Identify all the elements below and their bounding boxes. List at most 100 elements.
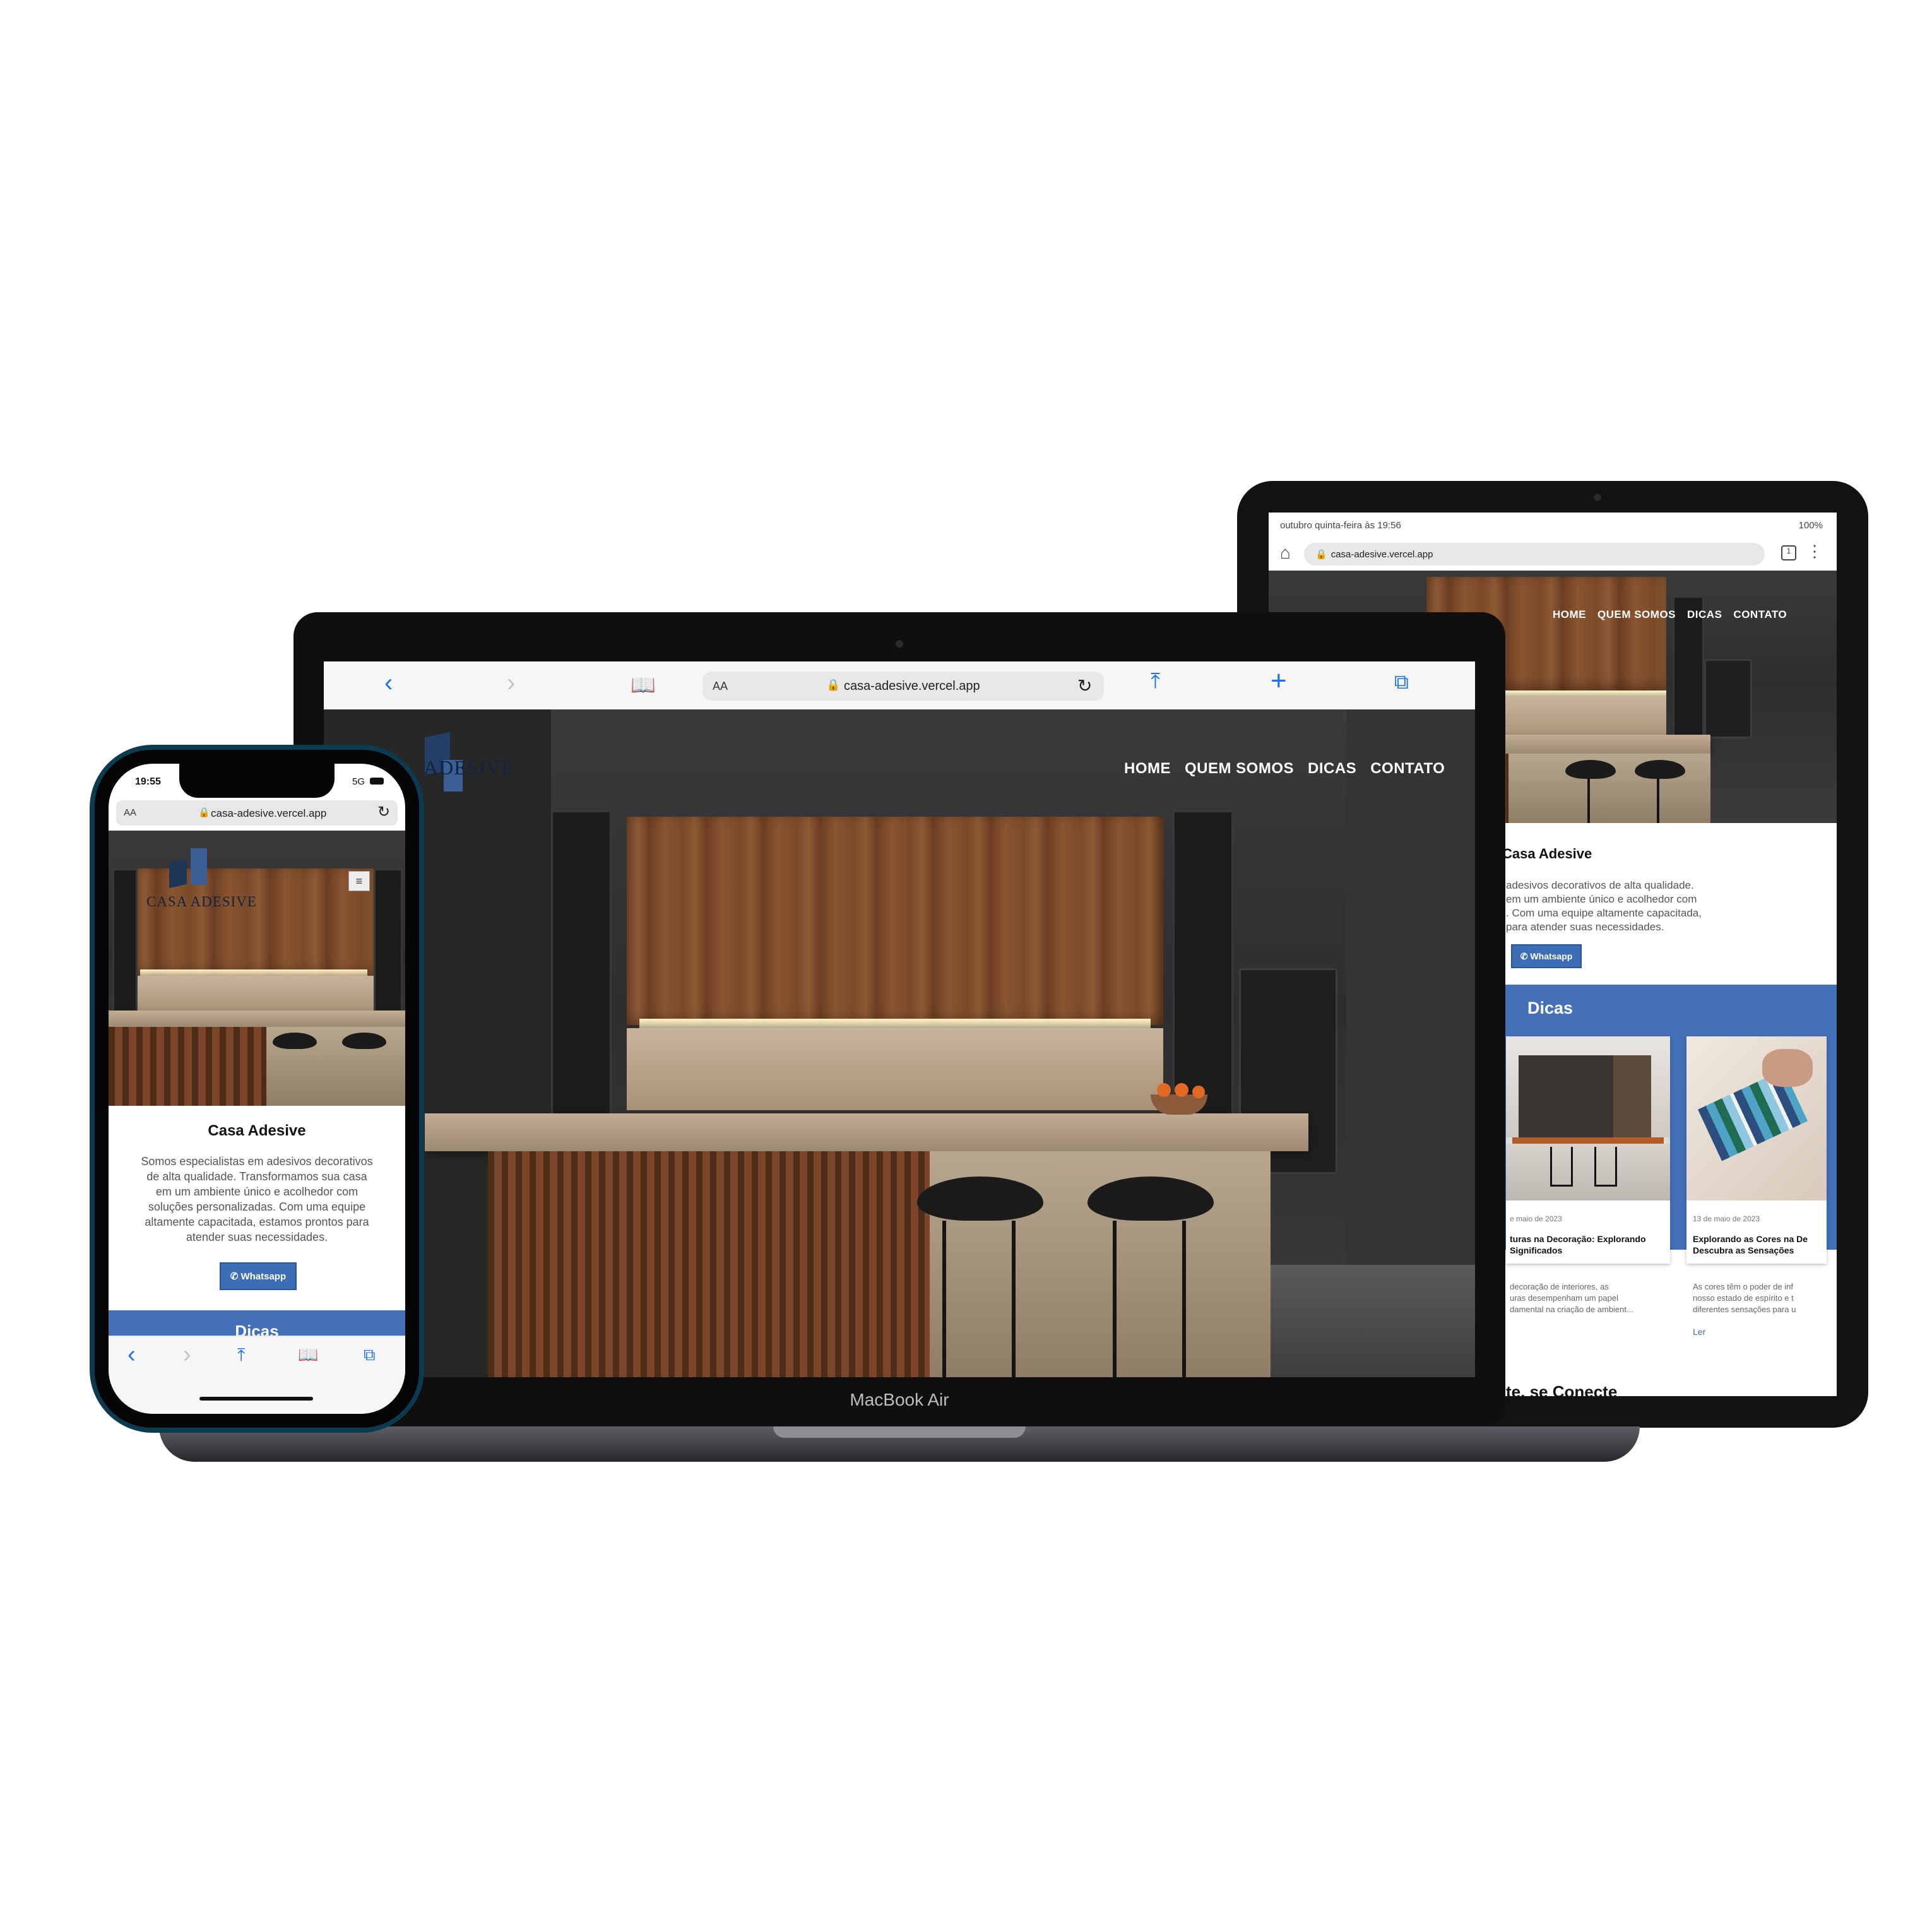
tablet-nav-dicas[interactable]: DICAS [1687, 608, 1722, 627]
tablet-tip-card-2[interactable]: 13 de maio de 2023 Explorando as Cores n… [1686, 1036, 1827, 1264]
tablet-about-line: para atender suas necessidades. [1506, 921, 1664, 933]
new-tab-icon[interactable]: + [1271, 665, 1287, 697]
tablet-card-1-body-line: decoração de interiores, as [1510, 1282, 1609, 1291]
nav-quem-somos[interactable]: QUEM SOMOS [1185, 760, 1294, 778]
reload-icon[interactable]: ↻ [377, 803, 390, 821]
tablet-nav: HOME QUEM SOMOS DICAS CONTATO [1553, 608, 1830, 627]
tablet-status-bar: outubro quinta-feira às 19:56 100% [1269, 513, 1837, 538]
phone-about-line: Somos especialistas em adesivos decorati… [141, 1155, 373, 1168]
tablet-about-line: . Com uma equipe altamente capacitada, [1506, 907, 1702, 919]
tablet-card-1-image [1506, 1036, 1670, 1200]
whatsapp-icon: ✆ [230, 1271, 239, 1282]
back-icon[interactable]: ‹ [384, 669, 393, 697]
phone-url-text: casa-adesive.vercel.app [211, 807, 327, 819]
tablet-card-2-body-line: nosso estado de espírito e t [1693, 1293, 1794, 1303]
reload-icon[interactable]: ↻ [1077, 675, 1092, 696]
tablet-card-1-title: turas na Decoração: Explorando Significa… [1510, 1233, 1646, 1256]
lock-icon: 🔒 [1315, 549, 1327, 560]
tablet-card-1-title-line: turas na Decoração: Explorando [1510, 1234, 1646, 1244]
tabs-icon[interactable]: 1 [1781, 545, 1796, 560]
home-icon[interactable]: ⌂ [1280, 543, 1291, 563]
tablet-card-2-read-link[interactable]: Ler [1693, 1327, 1705, 1337]
laptop-url-field[interactable]: AA 🔒 casa-adesive.vercel.app ↻ [702, 672, 1104, 701]
tablet-whatsapp-label: Whatsapp [1530, 951, 1573, 961]
tablet-card-2-image [1686, 1036, 1827, 1200]
logo-mark-icon [191, 848, 207, 885]
laptop-safari-toolbar: ‹ › 📖 AA 🔒 casa-adesive.vercel.app ↻ ⤒ +… [324, 661, 1475, 710]
logo-mark-icon [169, 859, 187, 888]
tablet-card-1-body: decoração de interiores, as uras desempe… [1510, 1281, 1668, 1315]
forward-icon[interactable]: › [183, 1341, 191, 1368]
phone-whatsapp-button[interactable]: ✆ Whatsapp [220, 1262, 297, 1290]
whatsapp-icon: ✆ [1520, 951, 1528, 961]
phone-bezel: 19:55 5G AA 🔒 casa-adesive.vercel.app ↻ [95, 750, 419, 1428]
phone-screen: 19:55 5G AA 🔒 casa-adesive.vercel.app ↻ [109, 764, 405, 1414]
bookmarks-icon[interactable]: 📖 [631, 673, 656, 697]
more-menu-icon[interactable]: ⋮ [1806, 542, 1823, 561]
laptop-model-label: MacBook Air [850, 1390, 949, 1409]
tablet-url-field[interactable]: 🔒 casa-adesive.vercel.app [1304, 543, 1765, 566]
phone-status-time: 19:55 [135, 776, 161, 787]
tablet-nav-quem-somos[interactable]: QUEM SOMOS [1597, 608, 1676, 627]
tablet-next-section-title: te, se Conecte [1506, 1382, 1618, 1396]
tablet-url-text: casa-adesive.vercel.app [1330, 548, 1433, 560]
tablet-nav-contato[interactable]: CONTATO [1733, 608, 1787, 627]
tablet-nav-home[interactable]: HOME [1553, 608, 1586, 627]
phone-about-line: soluções personalizadas. Com uma equipe [148, 1200, 366, 1213]
phone-notch [179, 764, 335, 798]
phone-url-field[interactable]: AA 🔒 casa-adesive.vercel.app ↻ [116, 800, 398, 826]
share-icon[interactable]: ⤒ [237, 1345, 245, 1366]
tablet-card-2-body-line: As cores têm o poder de inf [1693, 1282, 1793, 1291]
laptop-url-text: casa-adesive.vercel.app [844, 679, 980, 693]
share-icon[interactable]: ⤒ [1151, 669, 1160, 694]
phone-about-text: Somos especialistas em adesivos decorati… [115, 1154, 399, 1245]
laptop-brand-partial: ADESIVE [424, 756, 514, 779]
tablet-card-2-date: 13 de maio de 2023 [1693, 1214, 1760, 1223]
phone-brand: CASA ADESIVE [146, 894, 257, 910]
tablet-whatsapp-button[interactable]: ✆ Whatsapp [1511, 944, 1582, 968]
hamburger-menu-icon[interactable]: ≡ [348, 871, 370, 891]
laptop-hero-image [324, 709, 1475, 1377]
tablet-card-2-body-line: diferentes sensações para u [1693, 1305, 1796, 1314]
tablet-card-2-title: Explorando as Cores na De Descubra as Se… [1693, 1233, 1808, 1256]
phone-dicas-section: Dicas [109, 1310, 405, 1336]
tablet-about-title: Casa Adesive [1502, 846, 1592, 862]
lock-icon: 🔒 [198, 807, 210, 818]
forward-icon[interactable]: › [507, 669, 515, 697]
laptop-notch [773, 1426, 1026, 1438]
tablet-about-line: adesivos decorativos de alta qualidade. [1506, 879, 1694, 891]
tablet-card-2-body: As cores têm o poder de inf nosso estado… [1693, 1281, 1825, 1315]
tablet-camera [1594, 494, 1601, 501]
reader-text-size-button[interactable]: AA [713, 680, 728, 693]
nav-contato[interactable]: CONTATO [1370, 760, 1445, 778]
phone-dicas-title: Dicas [235, 1322, 279, 1336]
phone-device: 19:55 5G AA 🔒 casa-adesive.vercel.app ↻ [90, 745, 424, 1433]
laptop-device: ‹ › 📖 AA 🔒 casa-adesive.vercel.app ↻ ⤒ +… [293, 612, 1505, 1426]
lock-icon: 🔒 [826, 679, 841, 691]
phone-logo [169, 848, 245, 892]
tablet-card-1-body-line: uras desempenham um papel [1510, 1293, 1618, 1303]
tablet-card-1-body-line: damental na criação de ambient... [1510, 1305, 1633, 1314]
phone-whatsapp-label: Whatsapp [240, 1271, 287, 1282]
back-icon[interactable]: ‹ [127, 1341, 136, 1368]
tablet-card-1-date: e maio de 2023 [1510, 1214, 1562, 1223]
phone-about-line: altamente capacitada, estamos prontos pa… [145, 1216, 369, 1228]
tablet-card-2-title-line: Explorando as Cores na De [1693, 1234, 1808, 1244]
tablet-card-2-title-line: Descubra as Sensações [1693, 1245, 1794, 1255]
home-indicator [199, 1397, 313, 1401]
bookmarks-icon[interactable]: 📖 [298, 1345, 318, 1365]
phone-status-network: 5G [352, 776, 365, 787]
tablet-browser-bar: ⌂ 🔒 casa-adesive.vercel.app 1 ⋮ [1269, 538, 1837, 571]
tabs-overview-icon[interactable]: ⧉ [1394, 670, 1409, 694]
phone-about-line: atender suas necessidades. [186, 1231, 328, 1243]
phone-about-title: Casa Adesive [208, 1122, 306, 1139]
tablet-tip-card-1[interactable]: e maio de 2023 turas na Decoração: Explo… [1506, 1036, 1670, 1264]
laptop-screen: ‹ › 📖 AA 🔒 casa-adesive.vercel.app ↻ ⤒ +… [324, 661, 1475, 1377]
laptop-nav: HOME QUEM SOMOS DICAS CONTATO [1124, 760, 1445, 778]
nav-dicas[interactable]: DICAS [1308, 760, 1356, 778]
phone-reader-button[interactable]: AA [124, 807, 136, 818]
tabs-overview-icon[interactable]: ⧉ [364, 1345, 376, 1365]
nav-home[interactable]: HOME [1124, 760, 1171, 778]
phone-about-line: de alta qualidade. Transformamos sua cas… [146, 1170, 367, 1183]
phone-bottom-toolbar: ‹ › ⤒ 📖 ⧉ [109, 1336, 405, 1414]
